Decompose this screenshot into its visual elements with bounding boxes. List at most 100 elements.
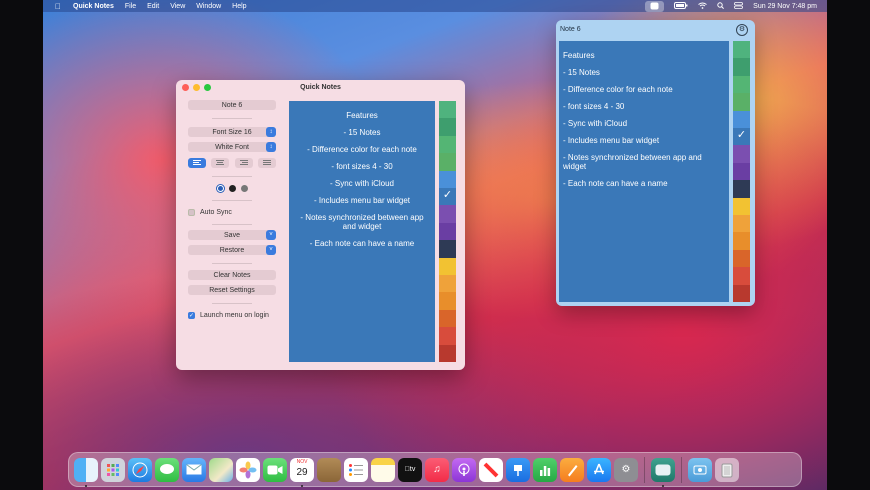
divider xyxy=(212,176,252,177)
minimize-button[interactable] xyxy=(193,84,200,91)
color-swatch[interactable] xyxy=(733,110,750,129)
launchpad-icon[interactable] xyxy=(101,457,125,482)
color-swatch[interactable] xyxy=(733,284,750,303)
color-swatch[interactable] xyxy=(439,240,456,258)
control-center-icon[interactable] xyxy=(734,1,744,11)
color-swatch[interactable] xyxy=(439,222,456,241)
launch-on-login-checkbox[interactable]: ✓ Launch menu on login xyxy=(188,312,276,319)
dot-black[interactable] xyxy=(228,185,236,192)
clear-notes-button[interactable]: Clear Notes xyxy=(188,270,276,280)
finder-icon[interactable] xyxy=(74,457,98,487)
note-name-field[interactable]: Note 6 xyxy=(188,100,276,110)
news-icon[interactable] xyxy=(479,457,503,482)
color-swatch[interactable] xyxy=(733,232,750,250)
color-swatch[interactable] xyxy=(733,162,750,181)
font-size-popup[interactable]: Font Size 16 ↕ xyxy=(188,127,276,137)
menu-help[interactable]: Help xyxy=(232,3,246,10)
checkmark-icon: ✓ xyxy=(442,189,453,202)
divider xyxy=(212,200,252,201)
color-swatch[interactable] xyxy=(439,292,456,310)
auto-sync-checkbox[interactable]: Auto Sync xyxy=(188,209,276,216)
color-swatch[interactable] xyxy=(439,275,456,293)
maps-icon[interactable] xyxy=(209,457,233,482)
font-color-popup[interactable]: White Font ↕ xyxy=(188,142,276,152)
app-store-icon[interactable] xyxy=(587,457,611,482)
wifi-icon[interactable] xyxy=(698,2,707,11)
facetime-icon[interactable] xyxy=(263,457,287,482)
dot-gray[interactable] xyxy=(240,185,248,192)
restore-button[interactable]: Restore ˅ xyxy=(188,245,276,255)
numbers-icon[interactable] xyxy=(533,457,557,482)
notes-icon[interactable] xyxy=(371,457,395,482)
photos-icon[interactable] xyxy=(236,457,260,482)
podcasts-icon[interactable] xyxy=(452,457,476,482)
color-swatch[interactable] xyxy=(439,309,456,328)
color-swatch[interactable]: ✓ xyxy=(439,188,456,206)
align-center-button[interactable] xyxy=(211,158,230,168)
color-swatch[interactable]: ✓ xyxy=(733,128,750,146)
apple-tv-icon[interactable]: tv xyxy=(398,457,422,482)
trash-icon[interactable] xyxy=(715,457,739,482)
color-swatch[interactable] xyxy=(733,180,750,198)
dot-blue[interactable] xyxy=(216,185,224,192)
gear-icon[interactable]: ⚙ xyxy=(736,24,748,36)
battery-icon[interactable] xyxy=(674,1,688,11)
color-swatch[interactable] xyxy=(439,205,456,223)
color-swatch[interactable] xyxy=(733,75,750,94)
messages-icon[interactable] xyxy=(155,457,179,482)
menu-clock[interactable]: Sun 29 Nov 7:48 pm xyxy=(753,3,817,10)
color-swatch[interactable] xyxy=(439,101,456,119)
menu-edit[interactable]: Edit xyxy=(147,3,159,10)
note-line: - Notes synchronized between app and wid… xyxy=(563,153,702,171)
zoom-button[interactable] xyxy=(204,84,211,91)
music-icon[interactable]: ♫ xyxy=(425,457,449,482)
color-swatch[interactable] xyxy=(733,93,750,111)
save-button[interactable]: Save ˅ xyxy=(188,230,276,240)
color-swatch[interactable] xyxy=(439,135,456,154)
color-swatch[interactable] xyxy=(439,118,456,136)
text-alignment-group xyxy=(188,158,276,168)
quick-notes-icon[interactable] xyxy=(651,457,675,487)
menu-app-name[interactable]: Quick Notes xyxy=(73,3,114,10)
color-swatch[interactable] xyxy=(733,58,750,76)
mail-icon[interactable] xyxy=(182,457,206,482)
color-swatch[interactable] xyxy=(439,327,456,345)
color-swatch[interactable] xyxy=(733,249,750,268)
menu-file[interactable]: File xyxy=(125,3,136,10)
note-line: - 15 Notes xyxy=(343,128,381,137)
chevron-updown-icon: ↕ xyxy=(266,127,276,137)
reminders-icon[interactable] xyxy=(344,457,368,482)
align-right-button[interactable] xyxy=(234,158,253,168)
close-button[interactable] xyxy=(182,84,189,91)
chevron-down-icon: ˅ xyxy=(266,230,276,240)
quick-notes-status-icon[interactable] xyxy=(645,0,665,12)
color-swatch[interactable] xyxy=(733,267,750,285)
apple-menu-icon[interactable]:  xyxy=(55,2,61,11)
color-swatch[interactable] xyxy=(733,215,750,233)
color-swatch[interactable] xyxy=(733,145,750,163)
align-left-button[interactable] xyxy=(188,158,206,168)
color-swatch[interactable] xyxy=(439,344,456,363)
note-line: Features xyxy=(563,51,595,60)
note-text-area[interactable]: Features - 15 Notes - Difference color f… xyxy=(289,101,435,362)
spotlight-search-icon[interactable] xyxy=(717,1,725,11)
color-swatch[interactable] xyxy=(439,257,456,276)
reset-settings-button[interactable]: Reset Settings xyxy=(188,285,276,295)
calendar-icon[interactable]: NOV 29 xyxy=(290,457,314,487)
notes-brown-icon[interactable] xyxy=(317,457,341,482)
color-swatch[interactable] xyxy=(439,153,456,171)
keynote-icon[interactable] xyxy=(506,457,530,482)
color-swatch[interactable] xyxy=(733,41,750,59)
color-swatch[interactable] xyxy=(733,197,750,216)
auto-sync-label: Auto Sync xyxy=(200,209,232,216)
menu-window[interactable]: Window xyxy=(196,3,221,10)
color-swatch[interactable] xyxy=(439,170,456,189)
widget-note-text-area[interactable]: Features - 15 Notes - Difference color f… xyxy=(559,41,729,302)
system-preferences-icon[interactable]: ⚙ xyxy=(614,457,638,482)
safari-icon[interactable] xyxy=(128,457,152,482)
menu-view[interactable]: View xyxy=(170,3,185,10)
note-line: - Sync with iCloud xyxy=(329,179,395,188)
downloads-folder-icon[interactable] xyxy=(688,457,712,482)
pages-icon[interactable] xyxy=(560,457,584,482)
align-justify-button[interactable] xyxy=(257,158,276,168)
